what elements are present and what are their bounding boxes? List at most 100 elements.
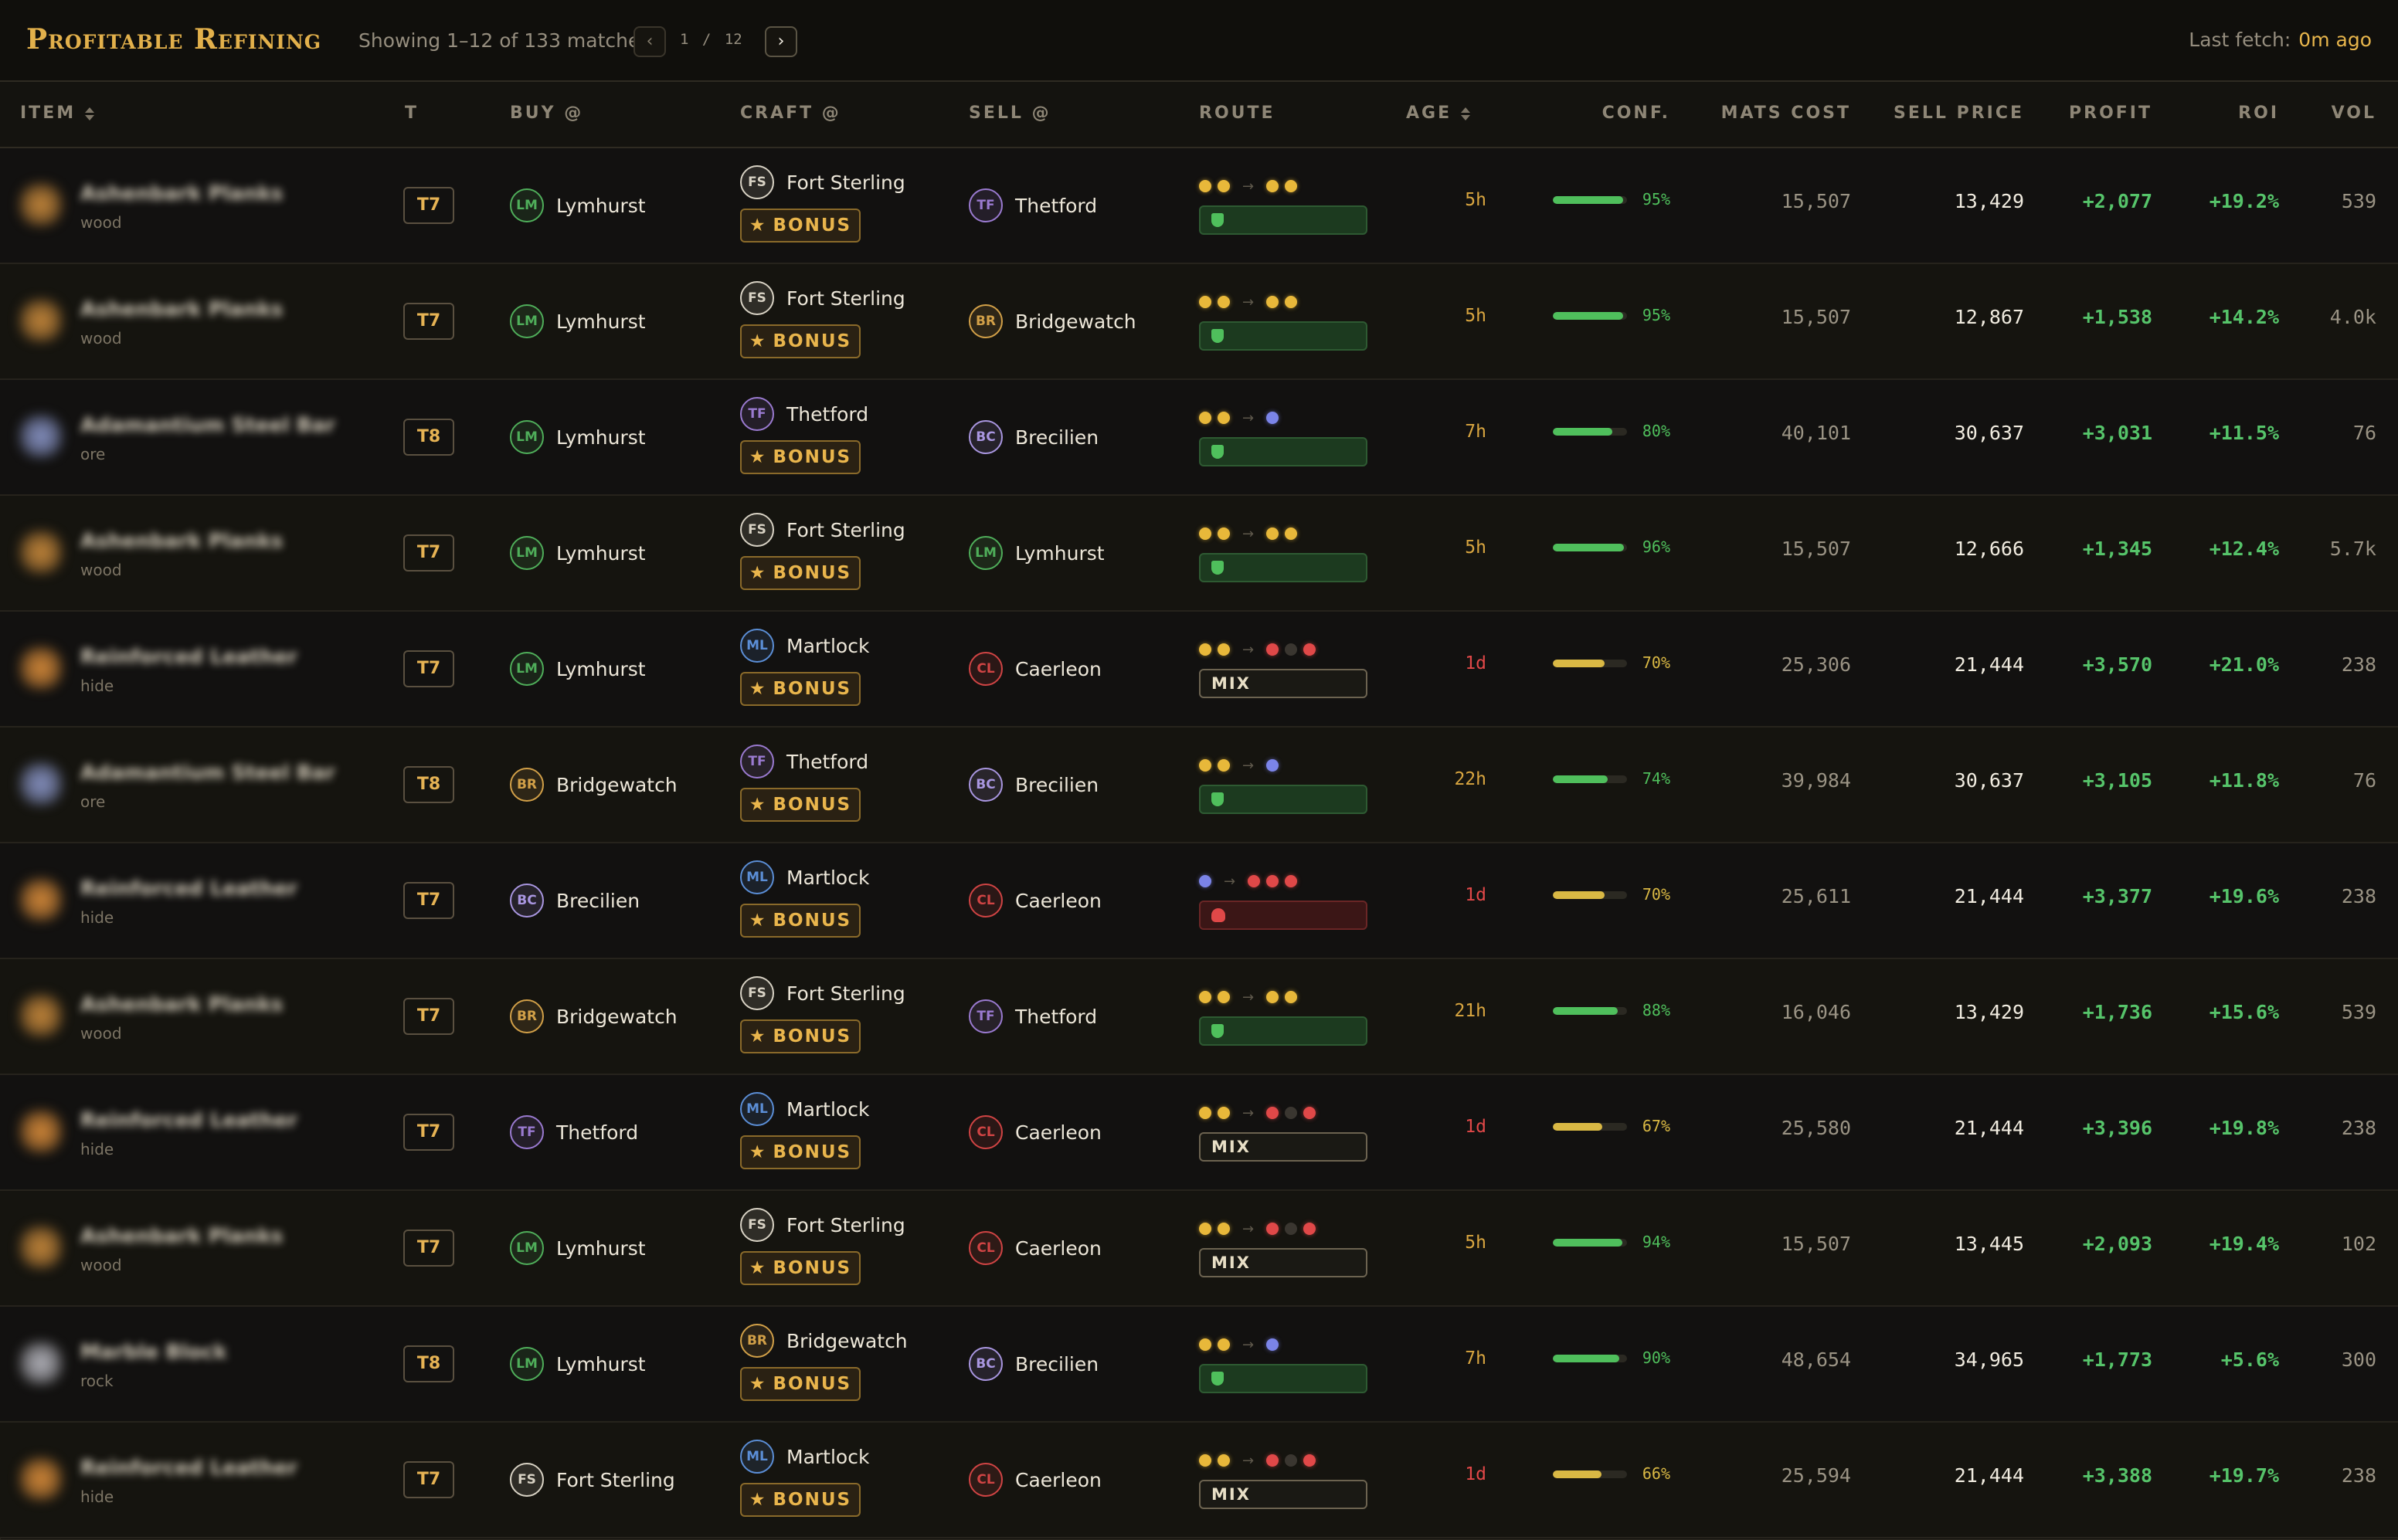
route-dot (1285, 180, 1298, 192)
col-header-craft[interactable]: CRAFT @ (740, 103, 841, 123)
table-row[interactable]: Ashenbark Planks wood T7 LM Lymhurst FS Fort S… (0, 148, 2398, 264)
sell-city[interactable]: BC Brecilien (969, 420, 1099, 454)
confidence-value: 67% (1642, 1117, 1670, 1135)
col-header-mats-cost[interactable]: MATS COST (1700, 103, 1851, 123)
craft-city[interactable]: ML Martlock (740, 1092, 869, 1126)
table-row[interactable]: Ashenbark Planks wood T7 BR Bridgewatch FS For… (0, 959, 2398, 1075)
volume-value: 5.7k (2329, 538, 2376, 560)
col-header-buy[interactable]: BUY @ (510, 103, 583, 123)
col-header-sell[interactable]: SELL @ (969, 103, 1051, 123)
table-row[interactable]: Marble Block rock T8 LM Lymhurst BR Bridgewatc… (0, 1307, 2398, 1423)
table-row[interactable]: Adamantium Steel Bar ore T8 LM Lymhurst TF The… (0, 380, 2398, 496)
route-dot (1266, 1223, 1279, 1235)
bonus-label: BONUS (773, 1026, 852, 1046)
table-row[interactable]: Ashenbark Planks wood T7 LM Lymhurst FS Fort S… (0, 264, 2398, 380)
craft-city[interactable]: FS Fort Sterling (740, 1208, 905, 1242)
sell-city[interactable]: CL Caerleon (969, 884, 1102, 918)
bonus-badge: ★ BONUS (740, 904, 861, 938)
item-name[interactable]: Ashenbark Planks (80, 993, 283, 1016)
sell-city[interactable]: CL Caerleon (969, 652, 1102, 686)
confidence-bar (1553, 196, 1627, 204)
city-badge: BC (510, 884, 544, 918)
buy-city[interactable]: BC Brecilien (510, 884, 640, 918)
prev-page-button[interactable]: ‹ (633, 26, 666, 57)
buy-city[interactable]: BR Bridgewatch (510, 768, 678, 802)
col-header-item[interactable]: ITEM (20, 103, 95, 123)
buy-city[interactable]: TF Thetford (510, 1115, 638, 1149)
sell-city[interactable]: CL Caerleon (969, 1463, 1102, 1497)
item-name[interactable]: Adamantium Steel Bar (80, 414, 335, 437)
item-name[interactable]: Reinforced Leather (80, 1109, 297, 1132)
route-dot (1218, 180, 1230, 192)
col-header-age[interactable]: AGE (1406, 103, 1471, 123)
item-name[interactable]: Ashenbark Planks (80, 1225, 283, 1248)
mats-cost: 25,580 (1781, 1117, 1851, 1139)
sell-city[interactable]: TF Thetford (969, 188, 1097, 222)
craft-city[interactable]: BR Bridgewatch (740, 1324, 908, 1358)
bonus-label: BONUS (773, 1142, 852, 1162)
table-row[interactable]: Ashenbark Planks wood T7 LM Lymhurst FS Fort S… (0, 496, 2398, 612)
tier-badge: T7 (403, 882, 454, 919)
craft-city[interactable]: FS Fort Sterling (740, 281, 905, 315)
buy-city[interactable]: LM Lymhurst (510, 1347, 646, 1381)
item-name[interactable]: Adamantium Steel Bar (80, 762, 335, 785)
roi-value: +19.8% (2209, 1117, 2279, 1139)
mats-cost: 15,507 (1781, 306, 1851, 328)
item-name[interactable]: Reinforced Leather (80, 646, 297, 669)
route-mix-label: MIX (1211, 674, 1251, 693)
sell-city[interactable]: CL Caerleon (969, 1115, 1102, 1149)
buy-city[interactable]: LM Lymhurst (510, 304, 646, 338)
sell-city[interactable]: BR Bridgewatch (969, 304, 1136, 338)
age-value: 5h (1465, 538, 1486, 558)
table-row[interactable]: Adamantium Steel Bar ore T8 BR Bridgewatch TF… (0, 728, 2398, 843)
craft-city[interactable]: ML Martlock (740, 629, 869, 663)
item-name[interactable]: Reinforced Leather (80, 1457, 297, 1480)
col-header-vol[interactable]: VOL (2294, 103, 2376, 123)
craft-city[interactable]: FS Fort Sterling (740, 165, 905, 199)
table-row[interactable]: Reinforced Leather hide T7 LM Lymhurst ML Mart… (0, 612, 2398, 728)
col-header-conf[interactable]: CONF. (1553, 103, 1670, 123)
route-arrow-icon: → (1242, 178, 1255, 195)
buy-city[interactable]: BR Bridgewatch (510, 999, 678, 1033)
col-header-roi[interactable]: ROI (2163, 103, 2279, 123)
craft-city[interactable]: FS Fort Sterling (740, 513, 905, 547)
item-name[interactable]: Reinforced Leather (80, 877, 297, 901)
item-name[interactable]: Ashenbark Planks (80, 530, 283, 553)
col-header-route[interactable]: ROUTE (1199, 103, 1275, 123)
sell-city[interactable]: CL Caerleon (969, 1231, 1102, 1265)
table-row[interactable]: Reinforced Leather hide T7 BC Brecilien ML Mar… (0, 843, 2398, 959)
bonus-label: BONUS (773, 563, 852, 583)
craft-city[interactable]: TF Thetford (740, 397, 868, 431)
buy-city[interactable]: LM Lymhurst (510, 1231, 646, 1265)
craft-city[interactable]: ML Martlock (740, 1440, 869, 1474)
route-dot (1303, 643, 1316, 656)
star-icon: ★ (749, 795, 767, 815)
craft-city[interactable]: FS Fort Sterling (740, 976, 905, 1010)
route-dot (1218, 1107, 1230, 1119)
page-separator: / (701, 31, 712, 48)
sell-city[interactable]: LM Lymhurst (969, 536, 1105, 570)
buy-city[interactable]: LM Lymhurst (510, 420, 646, 454)
route-dot (1285, 1454, 1298, 1467)
col-header-sell-price[interactable]: SELL PRICE (1870, 103, 2024, 123)
sell-city[interactable]: BC Brecilien (969, 1347, 1099, 1381)
table-row[interactable]: Reinforced Leather hide T7 FS Fort Sterling M… (0, 1423, 2398, 1538)
col-header-profit[interactable]: PROFIT (2040, 103, 2152, 123)
table-row[interactable]: Ashenbark Planks wood T7 LM Lymhurst FS Fort S… (0, 1191, 2398, 1307)
craft-city[interactable]: ML Martlock (740, 860, 869, 894)
city-badge: TF (969, 999, 1003, 1033)
sell-city[interactable]: BC Brecilien (969, 768, 1099, 802)
table-row[interactable]: Reinforced Leather hide T7 TF Thetford ML Mart… (0, 1075, 2398, 1191)
craft-city[interactable]: TF Thetford (740, 745, 868, 778)
col-header-tier[interactable]: T (405, 103, 419, 123)
buy-city[interactable]: LM Lymhurst (510, 652, 646, 686)
buy-city[interactable]: LM Lymhurst (510, 536, 646, 570)
sell-city[interactable]: TF Thetford (969, 999, 1097, 1033)
bonus-label: BONUS (773, 447, 852, 467)
item-name[interactable]: Ashenbark Planks (80, 298, 283, 321)
next-page-button[interactable]: › (765, 26, 797, 57)
item-name[interactable]: Marble Block (80, 1341, 227, 1364)
buy-city[interactable]: FS Fort Sterling (510, 1463, 675, 1497)
buy-city[interactable]: LM Lymhurst (510, 188, 646, 222)
item-name[interactable]: Ashenbark Planks (80, 182, 283, 205)
